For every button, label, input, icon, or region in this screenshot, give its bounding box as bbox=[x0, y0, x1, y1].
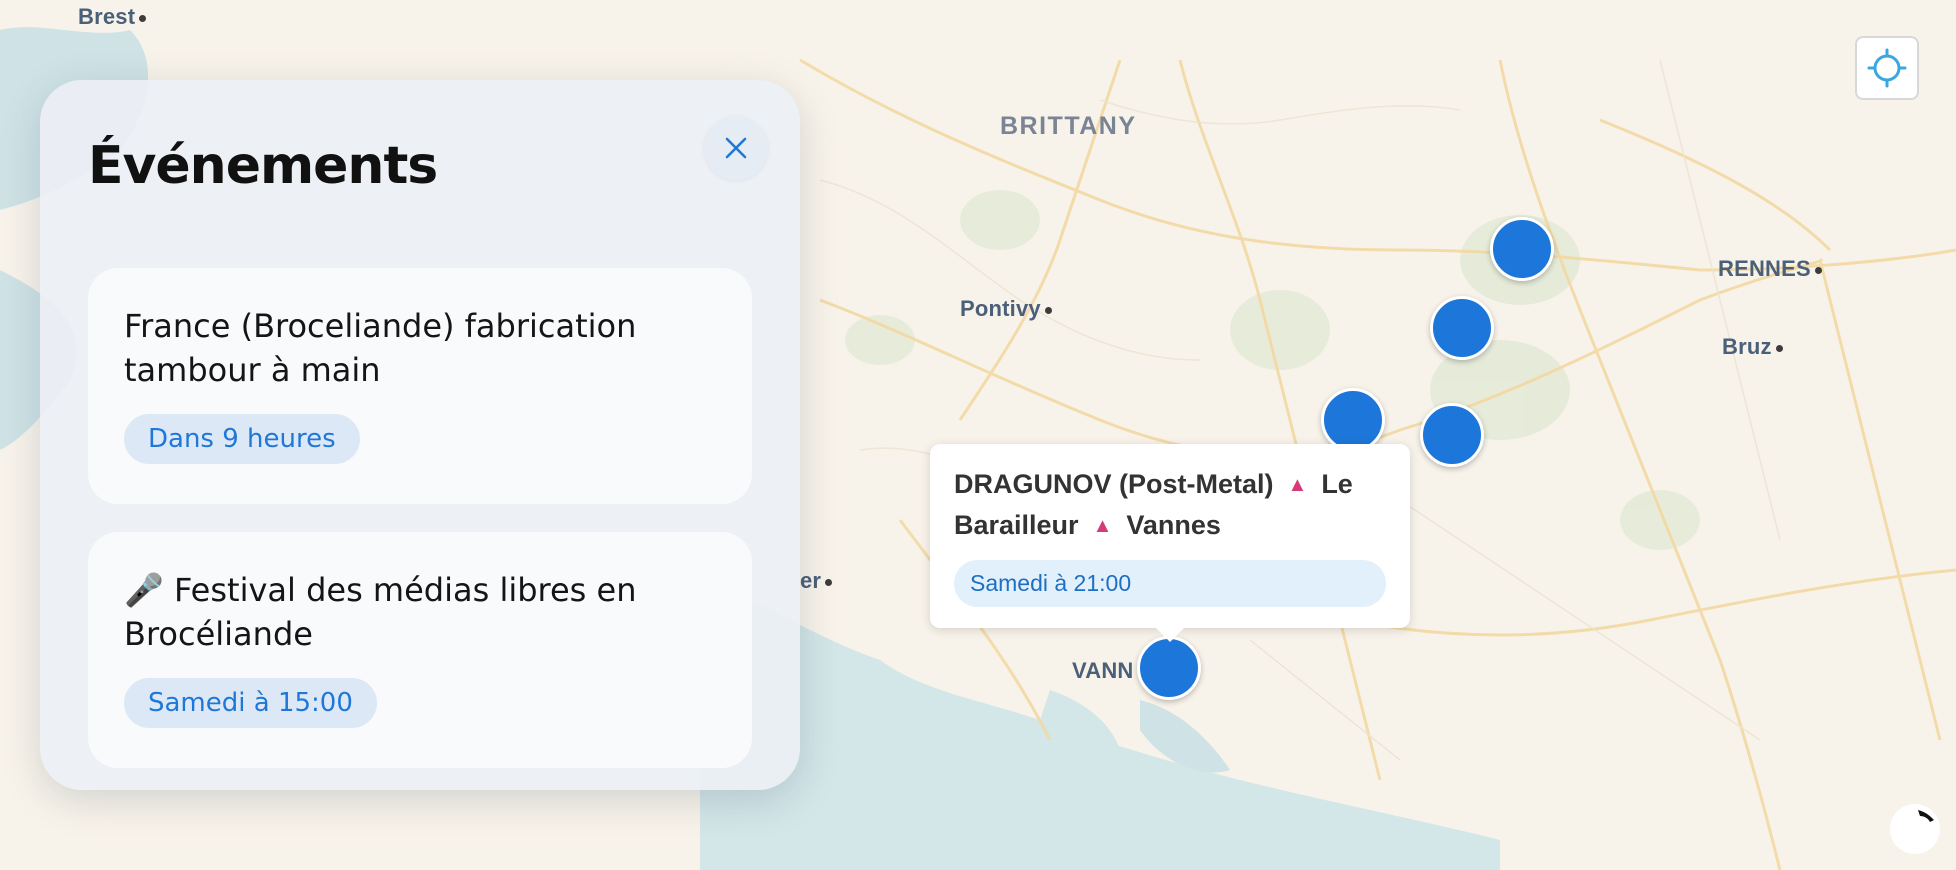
city-label-brest: Brest bbox=[78, 4, 147, 30]
locate-icon bbox=[1867, 48, 1907, 88]
city-dot bbox=[139, 14, 147, 22]
event-marker[interactable] bbox=[1420, 403, 1484, 467]
city-name: Pontivy bbox=[960, 296, 1041, 321]
triangle-icon: ▲ bbox=[1092, 515, 1113, 537]
panel-title: Événements bbox=[88, 136, 438, 196]
locate-button[interactable] bbox=[1855, 36, 1919, 100]
city-dot bbox=[1814, 266, 1822, 274]
city-dot bbox=[1044, 306, 1052, 314]
city-dot bbox=[1775, 344, 1783, 352]
popup-time-badge: Samedi à 21:00 bbox=[954, 560, 1386, 607]
corner-widget-icon[interactable] bbox=[1890, 804, 1940, 854]
city-label-vannes: VANN bbox=[1072, 658, 1134, 684]
event-title: 🎤 Festival des médias libres en Brocélia… bbox=[124, 568, 716, 656]
event-time-badge: Samedi à 15:00 bbox=[124, 678, 377, 728]
popup-title: DRAGUNOV (Post-Metal) ▲ Le Barailleur ▲ Vann… bbox=[954, 464, 1386, 546]
event-popup[interactable]: DRAGUNOV (Post-Metal) ▲ Le Barailleur ▲ Vann… bbox=[930, 444, 1410, 642]
city-label-pontivy: Pontivy bbox=[960, 296, 1052, 322]
event-marker-selected[interactable] bbox=[1137, 636, 1201, 700]
city-name: VANN bbox=[1072, 658, 1134, 683]
popup-city: Vannes bbox=[1126, 510, 1221, 540]
event-title: France (Broceliande) fabrication tambour… bbox=[124, 307, 637, 389]
corner-glyph-icon bbox=[1918, 810, 1934, 822]
microphone-icon: 🎤 bbox=[124, 571, 164, 609]
close-button[interactable] bbox=[704, 116, 768, 180]
city-name: Brest bbox=[78, 4, 136, 29]
city-dot bbox=[825, 578, 833, 586]
triangle-icon: ▲ bbox=[1287, 474, 1308, 496]
city-name: er bbox=[800, 568, 822, 593]
city-name: RENNES bbox=[1718, 256, 1811, 281]
event-card[interactable]: 🎤 Festival des médias libres en Brocélia… bbox=[88, 532, 752, 768]
event-marker[interactable] bbox=[1430, 296, 1494, 360]
event-marker[interactable] bbox=[1321, 388, 1385, 452]
close-icon bbox=[725, 137, 747, 159]
event-card[interactable]: France (Broceliande) fabrication tambour… bbox=[88, 268, 752, 504]
event-time-badge: Dans 9 heures bbox=[124, 414, 360, 464]
city-label-partial: er bbox=[800, 568, 833, 594]
popup-artist: DRAGUNOV (Post-Metal) bbox=[954, 469, 1274, 499]
city-name: Bruz bbox=[1722, 334, 1772, 359]
city-label-rennes: RENNES bbox=[1718, 256, 1822, 282]
region-label: BRITTANY bbox=[1000, 112, 1137, 140]
event-title-text: Festival des médias libres en Brocéliand… bbox=[124, 571, 637, 653]
event-marker[interactable] bbox=[1490, 217, 1554, 281]
events-panel: Événements France (Broceliande) fabricat… bbox=[40, 80, 800, 790]
city-label-bruz: Bruz bbox=[1722, 334, 1783, 360]
